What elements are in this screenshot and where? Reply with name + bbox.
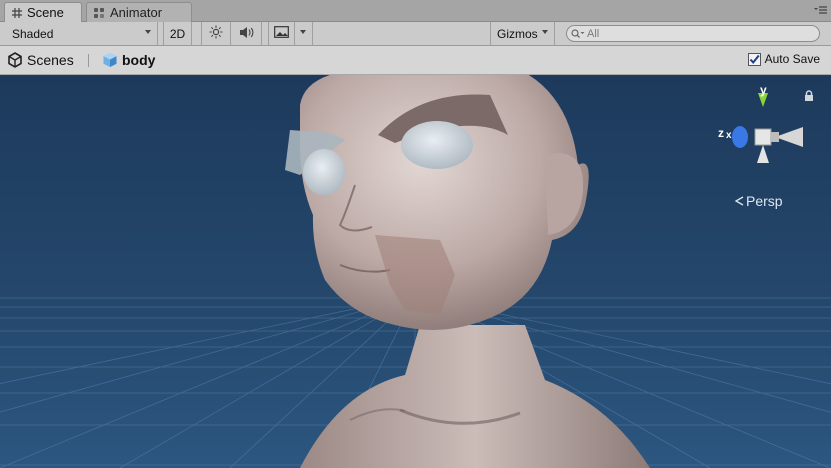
breadcrumb-scenes[interactable]: Scenes	[7, 46, 74, 74]
scene-viewport[interactable]: y z x Persp	[0, 75, 831, 468]
hierarchy-search-input[interactable]: All	[566, 25, 820, 42]
audio-toggle[interactable]	[232, 22, 262, 45]
projection-toggle[interactable]: Persp	[734, 193, 783, 209]
sun-icon	[209, 25, 223, 42]
orientation-gizmo[interactable]: y z x	[715, 83, 811, 190]
editor-tab-bar: Scene Animator	[0, 0, 831, 22]
shading-mode-dropdown[interactable]: Shaded	[0, 22, 158, 45]
scene-render	[0, 75, 831, 468]
lock-icon[interactable]	[804, 90, 814, 105]
search-icon	[571, 28, 585, 39]
auto-save-toggle[interactable]: Auto Save	[747, 52, 820, 66]
chevron-left-icon	[734, 196, 744, 206]
chevron-down-icon	[300, 30, 306, 34]
chevron-down-icon	[145, 30, 151, 34]
breadcrumb-body[interactable]: body	[102, 46, 155, 74]
gizmo-y-label: y	[760, 83, 767, 97]
effects-dropdown[interactable]	[295, 22, 313, 45]
prefab-cube-icon	[102, 52, 118, 68]
lighting-toggle[interactable]	[201, 22, 231, 45]
tab-animator[interactable]: Animator	[86, 2, 192, 22]
gizmos-dropdown[interactable]: Gizmos	[490, 22, 555, 45]
scene-toolbar: Shaded 2D Gizmos All	[0, 22, 831, 46]
tab-scene-label: Scene	[27, 5, 64, 20]
gizmos-label: Gizmos	[497, 26, 538, 41]
animator-icon	[93, 7, 106, 19]
shoulders	[300, 325, 650, 468]
tab-animator-label: Animator	[110, 5, 163, 20]
search-placeholder: All	[587, 27, 600, 40]
unity-logo-icon	[7, 52, 23, 68]
tab-scene[interactable]: Scene	[4, 2, 82, 22]
grid-icon	[11, 7, 23, 19]
gizmo-z-label: z	[718, 126, 724, 140]
auto-save-label: Auto Save	[764, 52, 820, 66]
breadcrumb-divider	[88, 54, 89, 67]
breadcrumb-body-label: body	[122, 52, 156, 68]
image-icon	[274, 26, 289, 41]
breadcrumb-scenes-label: Scenes	[27, 52, 74, 68]
2d-mode-label: 2D	[169, 26, 186, 41]
panel-menu-icon[interactable]	[813, 5, 827, 17]
breadcrumb: Scenes body Auto Save	[0, 46, 831, 75]
speaker-icon	[239, 26, 255, 42]
projection-label: Persp	[746, 193, 783, 209]
chevron-down-icon	[542, 30, 548, 34]
shading-mode-value: Shaded	[12, 26, 54, 41]
auto-save-checkbox[interactable]	[747, 52, 761, 66]
effects-toggle[interactable]	[268, 22, 295, 45]
2d-mode-button[interactable]: 2D	[163, 22, 192, 45]
gizmo-x-label: x	[726, 130, 732, 141]
